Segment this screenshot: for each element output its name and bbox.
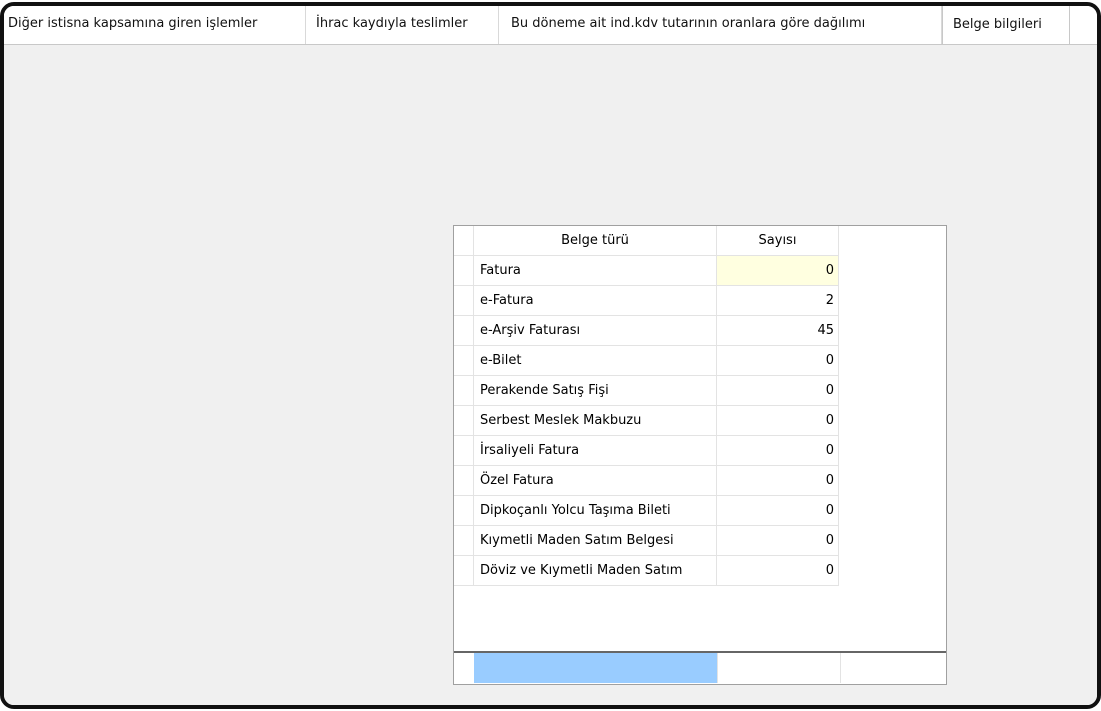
row-indicator[interactable] xyxy=(454,556,474,586)
tab-bar: Diğer istisna kapsamına giren işlemler İ… xyxy=(4,6,1097,44)
row-indicator[interactable] xyxy=(454,286,474,316)
sayisi-cell[interactable]: 0 xyxy=(717,436,839,466)
belge-turu-cell[interactable]: Döviz ve Kıymetli Maden Satım xyxy=(474,556,717,586)
row-indicator-header xyxy=(454,226,474,256)
grid-footer xyxy=(454,651,946,684)
belge-turu-cell[interactable]: Dipkoçanlı Yolcu Taşıma Bileti xyxy=(474,496,717,526)
row-indicator[interactable] xyxy=(454,526,474,556)
tab-panel: Belge türü Sayısı Fatura 0 e-Fatura 2 e-Arşi… xyxy=(4,44,1097,705)
sayisi-cell[interactable]: 0 xyxy=(717,556,839,586)
row-indicator[interactable] xyxy=(454,346,474,376)
row-indicator[interactable] xyxy=(454,466,474,496)
belge-turu-cell[interactable]: e-Bilet xyxy=(474,346,717,376)
tab-diger-istisna[interactable]: Diğer istisna kapsamına giren işlemler xyxy=(4,6,306,44)
sayisi-cell[interactable]: 0 xyxy=(717,526,839,556)
header-sayisi[interactable]: Sayısı xyxy=(717,226,839,256)
row-indicator[interactable] xyxy=(454,376,474,406)
window-frame: Diğer istisna kapsamına giren işlemler İ… xyxy=(0,2,1101,709)
row-indicator[interactable] xyxy=(454,496,474,526)
belge-turu-cell[interactable]: Perakende Satış Fişi xyxy=(474,376,717,406)
footer-sayisi-cell[interactable] xyxy=(717,653,841,683)
sayisi-cell[interactable]: 0 xyxy=(717,376,839,406)
tab-ihrac-kaydiyla[interactable]: İhrac kaydıyla teslimler xyxy=(306,6,499,44)
belge-turu-cell[interactable]: Kıymetli Maden Satım Belgesi xyxy=(474,526,717,556)
footer-selected-cell[interactable] xyxy=(474,653,717,683)
sayisi-cell[interactable]: 0 xyxy=(717,346,839,376)
sayisi-cell[interactable]: 45 xyxy=(717,316,839,346)
sayisi-cell[interactable]: 0 xyxy=(717,406,839,436)
belge-turu-cell[interactable]: Fatura xyxy=(474,256,717,286)
belge-turu-cell[interactable]: Özel Fatura xyxy=(474,466,717,496)
sayisi-cell[interactable]: 0 xyxy=(717,466,839,496)
sayisi-cell[interactable]: 0 xyxy=(717,256,839,286)
header-belge-turu[interactable]: Belge türü xyxy=(474,226,717,256)
sayisi-cell[interactable]: 0 xyxy=(717,496,839,526)
row-indicator[interactable] xyxy=(454,406,474,436)
belge-grid: Belge türü Sayısı Fatura 0 e-Fatura 2 e-Arşi… xyxy=(453,225,947,685)
sayisi-cell[interactable]: 2 xyxy=(717,286,839,316)
row-indicator[interactable] xyxy=(454,436,474,466)
belge-turu-cell[interactable]: e-Arşiv Faturası xyxy=(474,316,717,346)
footer-indicator xyxy=(454,653,475,683)
tab-belge-bilgileri[interactable]: Belge bilgileri xyxy=(942,6,1070,44)
tab-ind-kdv-dagilimi[interactable]: Bu döneme ait ind.kdv tutarının oranlara… xyxy=(499,6,942,44)
row-indicator[interactable] xyxy=(454,256,474,286)
belge-turu-cell[interactable]: e-Fatura xyxy=(474,286,717,316)
belge-turu-cell[interactable]: Serbest Meslek Makbuzu xyxy=(474,406,717,436)
row-indicator[interactable] xyxy=(454,316,474,346)
belge-turu-cell[interactable]: İrsaliyeli Fatura xyxy=(474,436,717,466)
